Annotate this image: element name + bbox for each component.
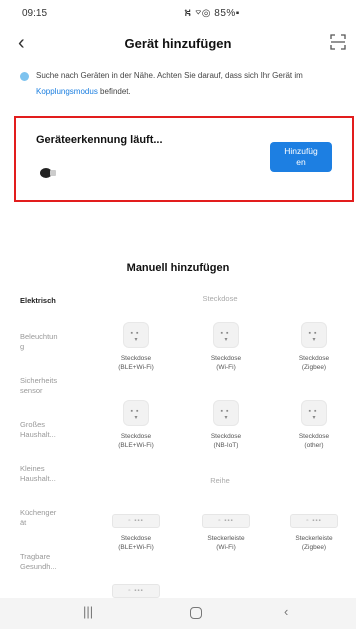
sidebar-item-label: Beleuchtun <box>20 332 58 341</box>
sidebar-item-beleuchtung[interactable]: Beleuchtun g <box>20 332 82 352</box>
device-label-line1: Steckdose <box>210 433 242 440</box>
device-label-line1: Steckdose <box>120 433 152 440</box>
device-label-line2: (Zigbee) <box>301 544 327 551</box>
device-label-line2: (Wi-Fi) <box>216 544 236 551</box>
bluetooth-search-icon <box>20 72 29 81</box>
sidebar-item-sicherheitssensor[interactable]: Sicherheits sensor <box>20 376 82 396</box>
device-label-line1: Steckdose <box>298 433 330 440</box>
home-icon[interactable] <box>190 607 202 619</box>
device-socket-other[interactable]: ▪▪ ▾ Steckdose (other) <box>275 400 353 450</box>
device-discovery-panel: Geräteerkennung läuft... Hinzufüg en <box>14 116 354 202</box>
sidebar-item-tragbare-gesundheit[interactable]: Tragbare Gesundh... <box>20 552 82 572</box>
header: ‹ Gerät hinzufügen <box>0 28 356 64</box>
sidebar-item-kuechengeraet[interactable]: Küchenger ät <box>20 508 82 528</box>
sidebar-item-label: Sicherheits <box>20 376 58 385</box>
sidebar-item-label: Küchenger <box>20 508 57 517</box>
system-back-icon[interactable]: ‹ <box>284 604 288 619</box>
power-strip-icon: ▫ ▪▪▪ <box>290 514 338 528</box>
sidebar-item-label-cont: Haushalt... <box>20 474 56 483</box>
device-label-line1: Steckdose <box>120 535 152 542</box>
device-socket-ble-wifi-2[interactable]: ▪▪ ▾ Steckdose (BLE+Wi-Fi) <box>97 400 175 450</box>
device-power-strip-zigbee[interactable]: ▫ ▪▪▪ Steckerleiste (Zigbee) <box>275 514 353 552</box>
device-label: Steckdose (Zigbee) <box>275 354 353 372</box>
device-label-line2: (BLE+Wi-Fi) <box>118 442 154 449</box>
device-label-line2: (Zigbee) <box>301 364 327 371</box>
device-label-line1: Steckerleiste <box>295 535 333 542</box>
device-label-line2: (BLE+Wi-Fi) <box>118 364 154 371</box>
section-label-steckdose: Steckdose <box>202 294 238 303</box>
add-button-label-line1: Hinzufüg <box>284 146 318 156</box>
sidebar-item-label: Großes <box>20 420 46 429</box>
device-socket-wifi[interactable]: ▪▪ ▾ Steckdose (Wi-Fi) <box>187 322 265 372</box>
device-power-strip-wifi[interactable]: ▫ ▪▪▪ Steckerleiste (Wi-Fi) <box>187 514 265 552</box>
add-button-label-line2: en <box>296 157 306 167</box>
sidebar-item-label: Kleines <box>20 464 45 473</box>
device-label: Steckerleiste (Wi-Fi) <box>187 534 265 552</box>
device-socket-ble-wifi[interactable]: ▪▪ ▾ Steckdose (BLE+Wi-Fi) <box>97 322 175 372</box>
sidebar-item-label-cont: sensor <box>20 386 43 395</box>
sidebar-item-label: Elektrisch <box>20 296 56 305</box>
add-device-button[interactable]: Hinzufüg en <box>270 142 332 172</box>
status-time: 09:15 <box>22 8 48 19</box>
device-label: Steckerleiste (Zigbee) <box>275 534 353 552</box>
socket-icon: ▪▪ ▾ <box>123 322 149 348</box>
device-socket-ble-wifi-strip[interactable]: ▫ ▪▪▪ Steckdose (BLE+Wi-Fi) <box>97 514 175 552</box>
sidebar-item-label-cont: g <box>20 342 25 351</box>
device-label-line2: (other) <box>304 442 324 449</box>
power-strip-icon: ▫ ▪▪▪ <box>112 584 160 598</box>
sidebar-item-kleines-haushalt[interactable]: Kleines Haushalt... <box>20 464 82 484</box>
sidebar-item-label: Tragbare <box>20 552 51 561</box>
device-label-line1: Steckdose <box>120 355 152 362</box>
sidebar-item-label-cont: Gesundh... <box>20 562 57 571</box>
system-nav-bar: ||| ‹ <box>0 598 356 629</box>
socket-icon: ▪▪ ▾ <box>301 322 327 348</box>
device-power-strip-partial[interactable]: ▫ ▪▪▪ <box>97 584 175 598</box>
sidebar-item-label-cont: ät <box>20 518 27 527</box>
hint-text-before: Suche nach Geräten in der Nähe. Achten S… <box>36 71 303 80</box>
scan-icon[interactable] <box>330 34 346 50</box>
device-label: Steckdose (NB-IoT) <box>187 432 265 450</box>
device-label: Steckdose (BLE+Wi-Fi) <box>97 432 175 450</box>
page-title: Gerät hinzufügen <box>124 36 232 51</box>
device-socket-zigbee[interactable]: ▪▪ ▾ Steckdose (Zigbee) <box>275 322 353 372</box>
socket-icon: ▪▪ ▾ <box>123 400 149 426</box>
socket-icon: ▪▪ ▾ <box>301 400 327 426</box>
sidebar-item-grosses-haushalt[interactable]: Großes Haushalt... <box>20 420 82 440</box>
socket-icon: ▪▪ ▾ <box>213 322 239 348</box>
status-bar: 09:15 ⛕ ⌔◎ 85%▪ <box>0 0 356 28</box>
device-label-line2: (NB-IoT) <box>213 442 239 449</box>
recents-icon[interactable]: ||| <box>83 604 93 619</box>
socket-icon: ▪▪ ▾ <box>213 400 239 426</box>
sidebar-item-elektrisch[interactable]: Elektrisch <box>20 296 82 306</box>
device-label: Steckdose (BLE+Wi-Fi) <box>97 354 175 372</box>
hint-text-after: befindet. <box>97 87 131 96</box>
section-label-reihe: Reihe <box>210 476 230 485</box>
discovered-device-icon <box>40 168 56 178</box>
sidebar-item-label-cont: Haushalt... <box>20 430 56 439</box>
pairing-mode-link[interactable]: Kopplungsmodus <box>36 87 98 96</box>
device-label-line2: (BLE+Wi-Fi) <box>118 544 154 551</box>
device-label-line1: Steckerleiste <box>207 535 245 542</box>
device-label: Steckdose (other) <box>275 432 353 450</box>
device-label-line1: Steckdose <box>210 355 242 362</box>
device-label: Steckdose (BLE+Wi-Fi) <box>97 534 175 552</box>
device-label-line2: (Wi-Fi) <box>216 364 236 371</box>
device-label-line1: Steckdose <box>298 355 330 362</box>
device-label: Steckdose (Wi-Fi) <box>187 354 265 372</box>
device-socket-nb-iot[interactable]: ▪▪ ▾ Steckdose (NB-IoT) <box>187 400 265 450</box>
hint-text: Suche nach Geräten in der Nähe. Achten S… <box>36 68 350 100</box>
power-strip-icon: ▫ ▪▪▪ <box>202 514 250 528</box>
power-strip-icon: ▫ ▪▪▪ <box>112 514 160 528</box>
discovery-title: Geräteerkennung läuft... <box>36 134 163 146</box>
manual-add-title: Manuell hinzufügen <box>126 262 230 274</box>
status-icons: ⛕ ⌔◎ 85%▪ <box>184 8 240 19</box>
